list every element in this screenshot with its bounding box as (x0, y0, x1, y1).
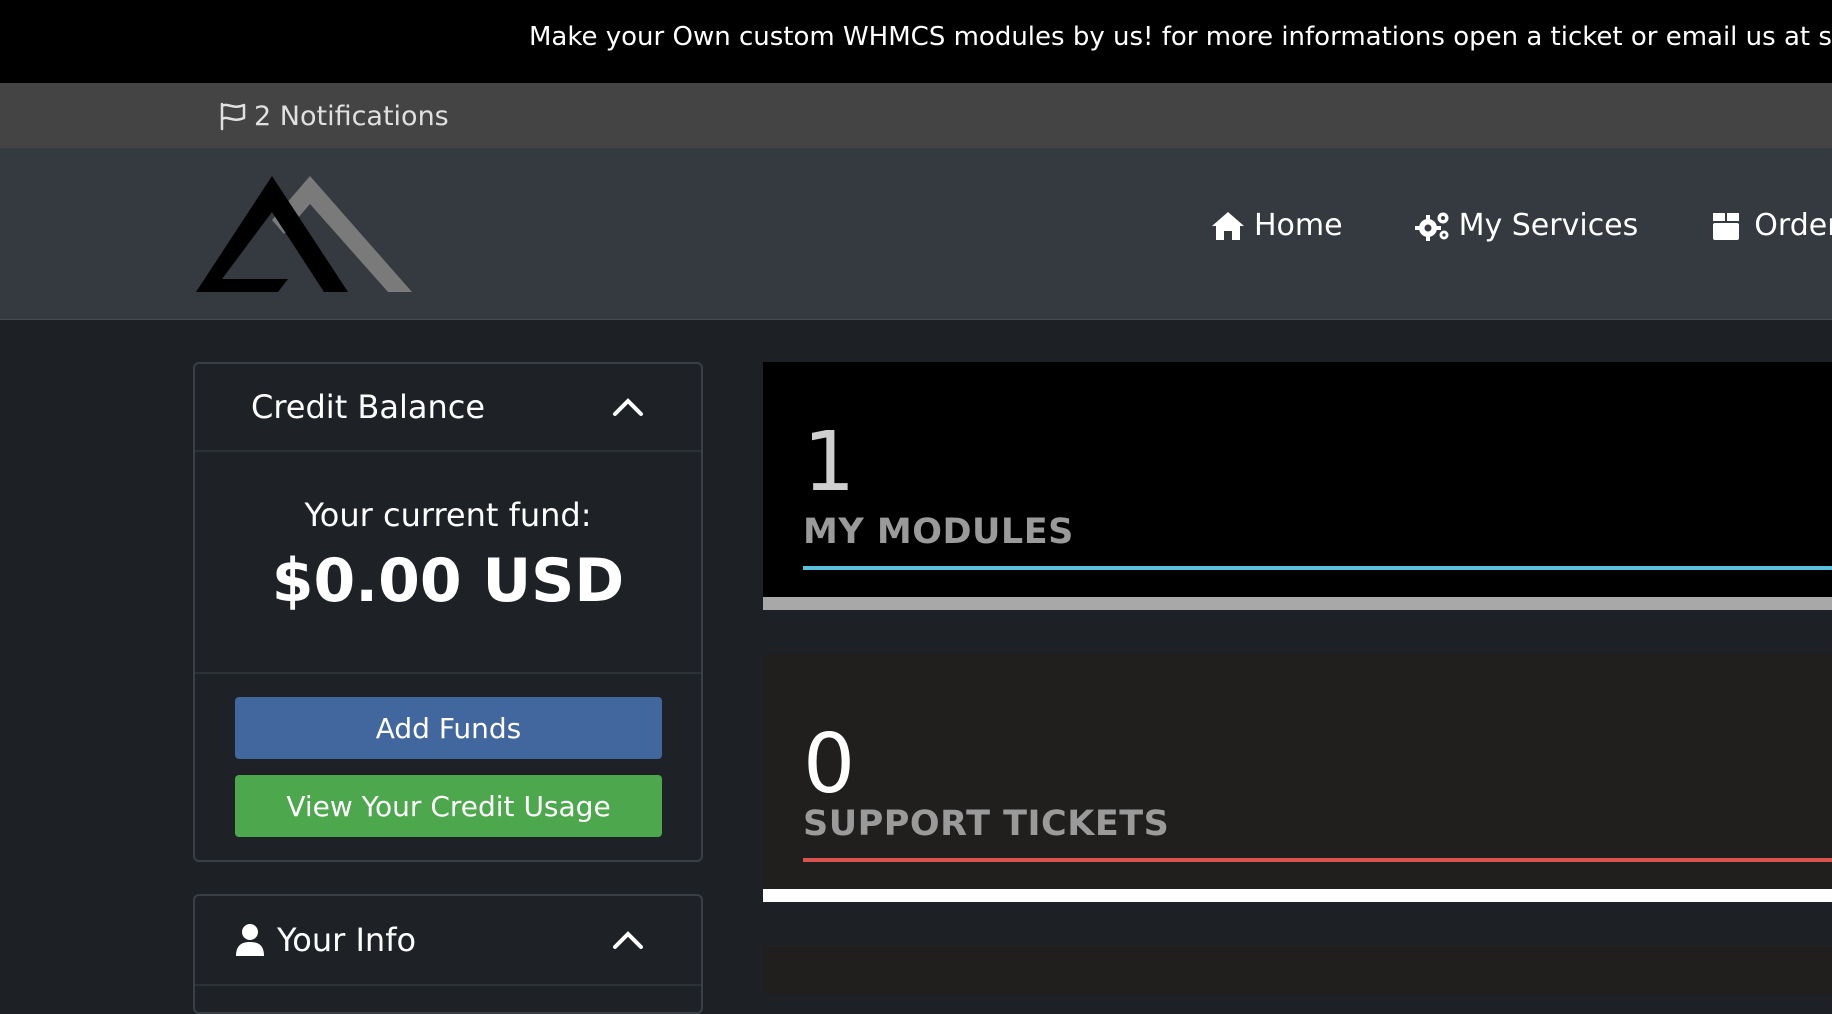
nav-home-label: Home (1254, 208, 1343, 243)
my-modules-accent-line (803, 566, 1832, 570)
view-credit-usage-button[interactable]: View Your Credit Usage (235, 775, 662, 837)
cogs-icon (1414, 212, 1449, 241)
my-modules-tile[interactable]: 1 MY MODULES (763, 362, 1832, 610)
home-icon (1212, 211, 1244, 240)
your-info-header[interactable]: Your Info (195, 896, 701, 986)
my-modules-count: 1 (803, 415, 856, 510)
fund-amount: $0.00 USD (271, 546, 625, 616)
nav-order-label: Order M (1754, 208, 1832, 243)
support-tickets-label: SUPPORT TICKETS (803, 804, 1170, 844)
your-info-title-wrap: Your Info (235, 921, 416, 959)
announcement-bar: Make your Own custom WHMCS modules by us… (0, 0, 1832, 83)
site-header: Home My Services Order M (0, 148, 1832, 320)
fund-label: Your current fund: (304, 496, 592, 534)
nav-my-services-label: My Services (1458, 208, 1639, 243)
credit-balance-title: Credit Balance (251, 388, 486, 426)
credit-balance-header[interactable]: Credit Balance (195, 364, 701, 452)
support-tickets-tile[interactable]: 0 SUPPORT TICKETS (763, 654, 1832, 902)
my-modules-bottom-bar (763, 597, 1832, 610)
third-stat-tile[interactable] (763, 946, 1832, 994)
add-funds-button[interactable]: Add Funds (235, 697, 662, 759)
user-icon (236, 924, 264, 956)
support-tickets-count: 0 (803, 717, 856, 812)
announcement-text: Make your Own custom WHMCS modules by us… (529, 22, 1832, 52)
your-info-title: Your Info (277, 921, 417, 959)
my-modules-label: MY MODULES (803, 512, 1074, 552)
nav-home[interactable]: Home (1210, 208, 1343, 243)
credit-balance-panel: Credit Balance Your current fund: $0.00 … (193, 362, 703, 862)
chevron-up-icon[interactable] (611, 396, 645, 418)
nav-my-services[interactable]: My Services (1414, 208, 1639, 243)
flag-icon (220, 102, 246, 131)
chevron-up-icon[interactable] (611, 929, 645, 951)
nav-order[interactable]: Order M (1710, 208, 1832, 243)
credit-balance-body: Your current fund: $0.00 USD (195, 452, 701, 674)
support-tickets-bottom-bar (763, 889, 1832, 902)
main-nav: Home My Services Order M (1210, 208, 1832, 243)
box-icon (1713, 212, 1740, 240)
notifications-label: 2 Notifications (254, 100, 449, 132)
notifications-link[interactable]: 2 Notifications (218, 98, 449, 134)
notification-bar: 2 Notifications (0, 83, 1832, 148)
your-info-panel: Your Info (193, 894, 703, 1014)
support-tickets-accent-line (803, 858, 1832, 862)
brand-logo[interactable] (196, 176, 412, 292)
